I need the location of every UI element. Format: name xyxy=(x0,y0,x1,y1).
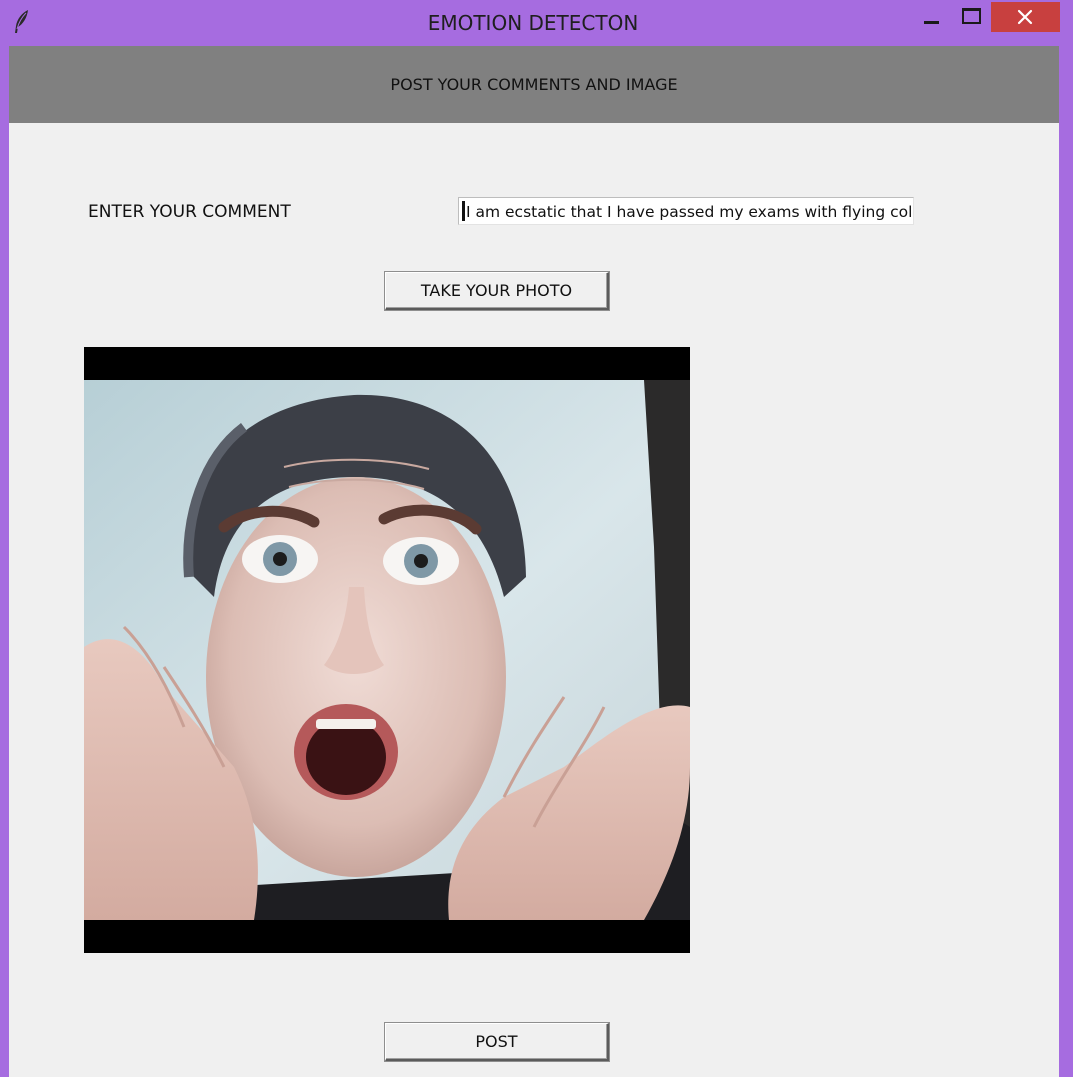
title-bar[interactable]: EMOTION DETECTON xyxy=(0,0,1073,46)
window-title: EMOTION DETECTON xyxy=(427,11,639,35)
post-button[interactable]: POST xyxy=(385,1023,609,1061)
minimize-button[interactable] xyxy=(914,2,948,32)
take-photo-button[interactable]: TAKE YOUR PHOTO xyxy=(385,272,609,310)
close-icon xyxy=(1017,9,1033,25)
window-border xyxy=(1059,46,1073,1077)
minimize-icon xyxy=(924,21,939,24)
comment-input-value: I am ecstatic that I have passed my exam… xyxy=(466,203,914,221)
text-caret xyxy=(462,201,465,221)
page-header: POST YOUR COMMENTS AND IMAGE xyxy=(9,46,1059,123)
maximize-icon xyxy=(962,8,981,24)
maximize-button[interactable] xyxy=(953,2,989,32)
captured-photo xyxy=(84,347,690,953)
comment-input[interactable]: I am ecstatic that I have passed my exam… xyxy=(458,197,914,225)
app-window: EMOTION DETECTON POST YOUR COMMENTS AND … xyxy=(0,0,1073,1077)
client-area: POST YOUR COMMENTS AND IMAGE ENTER YOUR … xyxy=(9,46,1059,1077)
close-button[interactable] xyxy=(991,2,1060,32)
comment-label: ENTER YOUR COMMENT xyxy=(88,202,291,222)
